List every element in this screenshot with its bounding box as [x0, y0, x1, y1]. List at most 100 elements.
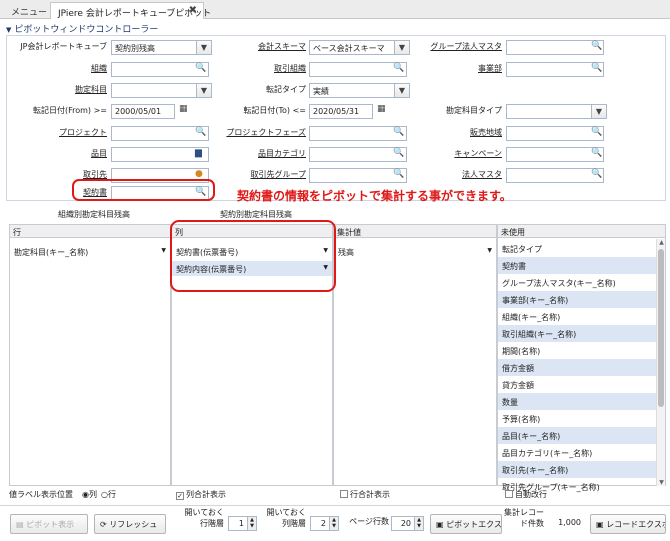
- contract-highlight: [72, 179, 215, 201]
- bp-group-label[interactable]: 取引先グループ: [217, 169, 306, 180]
- calendar-icon[interactable]: ▦: [179, 104, 188, 114]
- search-icon[interactable]: 🔍: [393, 63, 404, 73]
- product-category-label[interactable]: 品目カテゴリ: [217, 148, 306, 159]
- refresh-button[interactable]: ⟳ リフレッシュ: [94, 514, 166, 534]
- rows-header: 行: [10, 225, 170, 238]
- values-zone[interactable]: 集計値 残高 ▼: [333, 224, 497, 486]
- posting-type-chevron-down-icon[interactable]: ▼: [394, 83, 410, 98]
- calendar-icon[interactable]: ▦: [377, 104, 386, 114]
- account-type-chevron-down-icon[interactable]: ▼: [591, 104, 607, 119]
- unused-scrollbar[interactable]: ▲ ▼: [656, 239, 665, 486]
- page-rows-label: ページ行数: [349, 517, 389, 526]
- page-rows-spinner[interactable]: ▲ ▼: [414, 516, 424, 531]
- unused-field-item[interactable]: 数量: [498, 393, 656, 410]
- scroll-up-icon[interactable]: ▲: [657, 239, 666, 246]
- product-label[interactable]: 品目: [13, 148, 107, 159]
- cube-select[interactable]: 契約別残高: [111, 40, 197, 55]
- tab-org-account-balance[interactable]: 組織別勘定科目残高: [58, 209, 130, 220]
- unused-field-item[interactable]: 取引組織(キー_名称): [498, 325, 656, 342]
- unused-field-item[interactable]: グループ法人マスタ(キー_名称): [498, 274, 656, 291]
- unused-field-item[interactable]: 貸方金額: [498, 376, 656, 393]
- sales-region-label[interactable]: 販売地域: [411, 127, 502, 138]
- unused-field-item[interactable]: 契約書: [498, 257, 656, 274]
- search-icon[interactable]: 🔍: [591, 127, 602, 137]
- unused-field-item[interactable]: 事業部(キー_名称): [498, 291, 656, 308]
- export-icon: ▣: [436, 520, 447, 529]
- unused-field-item[interactable]: 品目カテゴリ(キー_名称): [498, 444, 656, 461]
- account-label[interactable]: 勘定科目: [13, 84, 107, 95]
- radio-row[interactable]: ○行: [101, 489, 116, 500]
- org-label[interactable]: 組織: [13, 63, 107, 74]
- business-unit-label[interactable]: 事業部: [411, 63, 502, 74]
- unused-field-item[interactable]: 転記タイプ: [498, 240, 656, 257]
- group-corp-label[interactable]: グループ法人マスタ: [411, 41, 502, 52]
- tab-pivot[interactable]: JPiere 会計レポートキューブピボット ✖: [50, 2, 211, 19]
- campaign-input[interactable]: [506, 147, 604, 162]
- trx-org-label[interactable]: 取引組織: [217, 63, 306, 74]
- unused-header: 未使用: [498, 225, 665, 238]
- checkbox-icon: [340, 490, 348, 498]
- cube-label: JP会計レポートキューブ: [20, 42, 107, 51]
- search-icon[interactable]: 🔍: [591, 169, 602, 179]
- search-icon[interactable]: 🔍: [393, 127, 404, 137]
- pivot-export-button[interactable]: ▣ ピボットエクスポー: [430, 514, 502, 534]
- tab-contract-account-balance[interactable]: 契約別勘定科目残高: [220, 209, 292, 220]
- business-unit-input[interactable]: [506, 62, 604, 77]
- schema-dropdown-chevron-down-icon[interactable]: ▼: [394, 40, 410, 55]
- unused-field-item[interactable]: 取引先(キー_名称): [498, 461, 656, 478]
- sales-region-input[interactable]: [506, 126, 604, 141]
- unused-field-item[interactable]: 期間(名称): [498, 342, 656, 359]
- date-from-input[interactable]: 2000/05/01: [111, 104, 175, 119]
- col-levels-input[interactable]: 2: [310, 516, 330, 531]
- page-rows-input[interactable]: 20: [391, 516, 415, 531]
- auto-wrap-checkbox[interactable]: 自動改行: [505, 489, 547, 500]
- search-icon[interactable]: 🔍: [195, 63, 206, 73]
- search-icon[interactable]: 🔍: [393, 169, 404, 179]
- panel-title: ピボットウィンドウコントローラー: [14, 25, 159, 35]
- account-select[interactable]: [111, 83, 197, 98]
- cube-dropdown-chevron-down-icon[interactable]: ▼: [196, 40, 212, 55]
- group-corp-input[interactable]: [506, 40, 604, 55]
- close-icon[interactable]: ✖: [189, 5, 197, 16]
- unused-field-item[interactable]: 品目(キー_名称): [498, 427, 656, 444]
- unused-zone[interactable]: 未使用 転記タイプ 契約書 グループ法人マスタ(キー_名称) 事業部(キー_名称) 組織…: [497, 224, 666, 492]
- unused-field-item[interactable]: 組織(キー_名称): [498, 308, 656, 325]
- pivot-display-button[interactable]: ▤ ピボット表示: [10, 514, 88, 534]
- search-icon[interactable]: 🔍: [591, 63, 602, 73]
- posting-type-label: 転記タイプ: [266, 85, 306, 94]
- panel-header[interactable]: ▼ ピボットウィンドウコントローラー: [6, 22, 666, 35]
- person-icon[interactable]: ●: [195, 169, 203, 179]
- account-dropdown-chevron-down-icon[interactable]: ▼: [196, 83, 212, 98]
- project-phase-label[interactable]: プロジェクトフェーズ: [217, 127, 306, 138]
- record-export-button[interactable]: ▣ レコードエクスポー: [590, 514, 666, 534]
- row-field-item[interactable]: 勘定科目(キー_名称) ▼: [10, 244, 170, 259]
- search-icon[interactable]: 🔍: [393, 148, 404, 158]
- corp-master-label[interactable]: 法人マスタ: [411, 169, 502, 180]
- collapse-icon[interactable]: ▼: [6, 26, 11, 34]
- search-icon[interactable]: 🔍: [591, 41, 602, 51]
- radio-column[interactable]: ◉列: [82, 489, 97, 500]
- corp-master-input[interactable]: [506, 168, 604, 183]
- search-icon[interactable]: 🔍: [591, 148, 602, 158]
- row-levels-input[interactable]: 1: [228, 516, 248, 531]
- schema-label[interactable]: 会計スキーマ: [217, 41, 306, 52]
- col-levels-label: 開いておく 列階層: [266, 508, 306, 528]
- account-type-select[interactable]: [506, 104, 592, 119]
- date-to-input[interactable]: 2020/05/31: [309, 104, 373, 119]
- campaign-label[interactable]: キャンペーン: [411, 148, 502, 159]
- col-total-checkbox[interactable]: ✓ 列合計表示: [176, 489, 226, 500]
- value-field-item[interactable]: 残高 ▼: [334, 244, 496, 259]
- unused-field-item[interactable]: 借方金額: [498, 359, 656, 376]
- unused-field-item[interactable]: 予算(名称): [498, 410, 656, 427]
- row-total-checkbox[interactable]: 行合計表示: [340, 489, 390, 500]
- product-icon[interactable]: ▆: [195, 148, 202, 158]
- rows-zone[interactable]: 行 勘定科目(キー_名称) ▼: [9, 224, 171, 486]
- project-label[interactable]: プロジェクト: [13, 127, 107, 138]
- tab-menu[interactable]: メニュー: [4, 2, 54, 19]
- posting-type-select[interactable]: 実績: [309, 83, 395, 98]
- search-icon[interactable]: 🔍: [195, 127, 206, 137]
- chevron-down-icon: ▼: [487, 247, 492, 254]
- schema-select[interactable]: ベース会計スキーマ: [309, 40, 395, 55]
- scroll-thumb[interactable]: [658, 249, 664, 407]
- scroll-down-icon[interactable]: ▼: [657, 479, 666, 486]
